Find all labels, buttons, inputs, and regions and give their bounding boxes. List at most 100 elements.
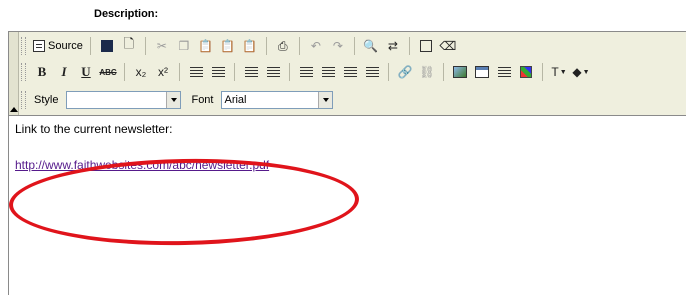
toolbar-grip	[21, 63, 26, 81]
bulleted-list-button[interactable]	[208, 62, 228, 82]
dropdown-arrow-icon: ▼	[582, 68, 590, 76]
replace-button[interactable]: ⇄	[383, 36, 403, 56]
cut-button[interactable]: ✂	[152, 36, 172, 56]
italic-icon: I	[61, 64, 67, 79]
underline-button[interactable]: U	[76, 62, 96, 82]
image-icon	[453, 66, 467, 78]
find-button[interactable]: 🔍	[361, 36, 381, 56]
smiley-icon	[520, 66, 532, 78]
background-color-button[interactable]: ◆ ▼	[571, 62, 591, 82]
toolbar-separator	[408, 37, 410, 55]
preview-button[interactable]: 🗋	[119, 36, 139, 56]
subscript-button[interactable]: x₂	[131, 62, 151, 82]
table-button[interactable]	[472, 62, 492, 82]
bold-icon: B	[37, 64, 47, 79]
paste-word-button[interactable]: 📋	[240, 36, 260, 56]
strikethrough-button[interactable]: ABC	[98, 62, 118, 82]
copy-button[interactable]: ❐	[174, 36, 194, 56]
underline-icon: U	[81, 64, 91, 79]
preview-icon: 🗋	[123, 36, 135, 51]
toolbar-grip	[21, 37, 26, 55]
toolbar-row-1: Source 🗋 ✂ ❐ 📋 📋 📋 ⎙ ↶ ↷ 🔍 ⇄ ⌫	[21, 35, 686, 57]
chevron-down-icon[interactable]	[318, 92, 333, 108]
subscript-icon: x₂	[135, 65, 147, 79]
link-icon: 🔗	[397, 65, 413, 79]
toolbar-separator	[298, 37, 300, 55]
bulleted-list-icon	[211, 66, 225, 78]
justify-icon	[365, 66, 379, 78]
align-right-icon	[343, 66, 357, 78]
italic-button[interactable]: I	[54, 62, 74, 82]
indent-button[interactable]	[263, 62, 283, 82]
chevron-down-icon[interactable]	[166, 92, 181, 108]
align-left-button[interactable]	[296, 62, 316, 82]
paste-word-icon: 📋	[242, 39, 258, 53]
toolbar-grip	[21, 91, 26, 109]
text-color-button[interactable]: T ▼	[549, 62, 569, 82]
toolbar-separator	[144, 37, 146, 55]
horizontal-rule-icon	[497, 66, 511, 78]
justify-button[interactable]	[362, 62, 382, 82]
toolbar-collapse-button[interactable]	[9, 32, 19, 115]
collapse-arrow-icon	[10, 107, 18, 112]
print-button[interactable]: ⎙	[273, 36, 293, 56]
toolbar-separator	[89, 37, 91, 55]
copy-icon: ❐	[178, 39, 190, 53]
unlink-icon: ⛓	[419, 65, 435, 79]
print-icon: ⎙	[278, 38, 288, 53]
eraser-icon: ⌫	[439, 39, 457, 53]
toolbar-separator	[443, 63, 444, 81]
image-button[interactable]	[450, 62, 470, 82]
unlink-button[interactable]: ⛓	[417, 62, 437, 82]
outdent-icon	[244, 66, 258, 78]
superscript-button[interactable]: x²	[153, 62, 173, 82]
toolbar-separator	[265, 37, 267, 55]
toolbar-separator	[388, 63, 389, 81]
paste-button[interactable]: 📋	[196, 36, 216, 56]
numbered-list-icon	[189, 66, 203, 78]
toolbar-separator	[124, 63, 125, 81]
paste-text-button[interactable]: 📋	[218, 36, 238, 56]
numbered-list-button[interactable]	[186, 62, 206, 82]
select-all-button[interactable]	[416, 36, 436, 56]
toolbar-row-2: B I U ABC x₂ x² 🔗 ⛓ T ▼ ◆ ▼	[21, 61, 686, 83]
remove-format-button[interactable]: ⌫	[438, 36, 458, 56]
redo-button[interactable]: ↷	[328, 36, 348, 56]
outdent-button[interactable]	[241, 62, 261, 82]
toolbar-separator	[289, 63, 290, 81]
bold-button[interactable]: B	[32, 62, 52, 82]
redo-icon: ↷	[332, 39, 343, 53]
align-right-button[interactable]	[340, 62, 360, 82]
table-icon	[475, 66, 489, 78]
style-dropdown[interactable]	[66, 91, 182, 109]
source-button-label: Source	[48, 40, 83, 52]
content-text: Link to the current newsletter:	[15, 122, 173, 136]
save-icon	[100, 40, 113, 52]
source-icon	[33, 40, 45, 52]
source-button[interactable]: Source	[32, 36, 84, 56]
background-color-icon: ◆	[572, 65, 582, 79]
toolbar-separator	[179, 63, 180, 81]
rich-text-editor: Source 🗋 ✂ ❐ 📋 📋 📋 ⎙ ↶ ↷ 🔍 ⇄ ⌫ B I U ABC…	[8, 31, 686, 295]
select-all-icon	[419, 40, 432, 52]
style-label: Style	[34, 94, 59, 106]
toolbar-separator	[353, 37, 355, 55]
special-char-button[interactable]	[516, 62, 536, 82]
cut-icon: ✂	[156, 39, 167, 53]
align-center-button[interactable]	[318, 62, 338, 82]
toolbar-row-3: Style Font Arial	[21, 89, 686, 111]
description-label: Description:	[94, 8, 159, 20]
paste-icon: 📋	[198, 39, 214, 53]
dropdown-arrow-icon: ▼	[559, 68, 567, 76]
paste-text-icon: 📋	[220, 39, 236, 53]
font-value: Arial	[224, 94, 247, 106]
indent-icon	[266, 66, 280, 78]
link-button[interactable]: 🔗	[395, 62, 415, 82]
toolbar-separator	[542, 63, 543, 81]
editor-toolbar: Source 🗋 ✂ ❐ 📋 📋 📋 ⎙ ↶ ↷ 🔍 ⇄ ⌫ B I U ABC…	[9, 32, 686, 116]
undo-button[interactable]: ↶	[306, 36, 326, 56]
horizontal-rule-button[interactable]	[494, 62, 514, 82]
save-button[interactable]	[97, 36, 117, 56]
align-left-icon	[299, 66, 313, 78]
font-dropdown[interactable]: Arial	[221, 91, 334, 109]
